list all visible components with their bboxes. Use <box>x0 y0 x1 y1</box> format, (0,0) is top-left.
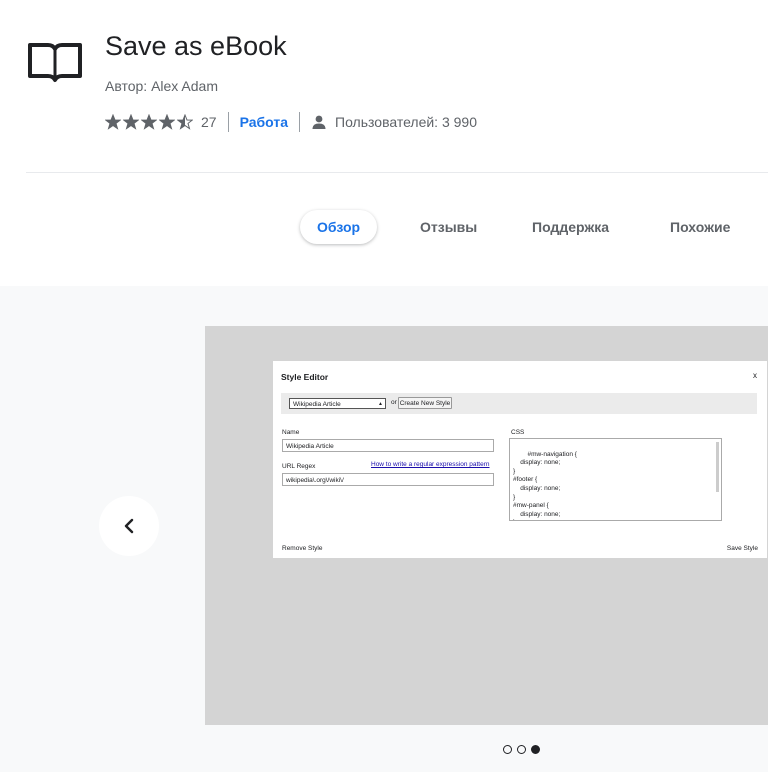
textarea-scrollbar <box>716 442 719 492</box>
name-field: Wikipedia Article <box>282 439 494 452</box>
style-select-value: Wikipedia Article <box>293 401 341 408</box>
style-toolbar: Wikipedia Article ▲︎ or Create New Style <box>281 393 757 414</box>
rating-count[interactable]: 27 <box>201 114 217 130</box>
star-full-icon <box>159 114 175 130</box>
tab-related[interactable]: Похожие <box>670 210 730 244</box>
css-textarea: #mw-navigation { display: none; } #foote… <box>509 438 722 521</box>
or-text: or <box>391 399 397 406</box>
author-link[interactable]: Автор: Alex Adam <box>105 78 218 94</box>
slide-dot-2[interactable] <box>517 745 526 754</box>
create-style-button: Create New Style <box>398 397 452 409</box>
css-code: #mw-navigation { display: none; } #foote… <box>513 450 577 520</box>
save-style-button: Save Style <box>726 545 758 552</box>
header-divider <box>26 172 768 173</box>
url-regex-field: wikipedia\.org\/wiki\/ <box>282 473 494 486</box>
tab-bar: Обзор Отзывы Поддержка Похожие <box>0 210 768 250</box>
star-full-icon <box>123 114 139 130</box>
style-editor-screenshot: Style Editor x Wikipedia Article ▲︎ or C… <box>273 361 767 558</box>
slide-indicators <box>503 745 545 754</box>
slide-dot-3[interactable] <box>531 745 540 754</box>
star-full-icon <box>141 114 157 130</box>
close-icon: x <box>753 371 757 380</box>
url-regex-label: URL Regex <box>282 463 316 470</box>
tab-reviews[interactable]: Отзывы <box>420 210 477 244</box>
slide-dot-1[interactable] <box>503 745 512 754</box>
chevron-left-icon <box>124 518 134 534</box>
meta-separator <box>299 112 301 132</box>
style-editor-title: Style Editor <box>281 372 329 382</box>
style-select: Wikipedia Article ▲︎ <box>289 398 386 409</box>
css-label: CSS <box>511 429 525 436</box>
category-link[interactable]: Работа <box>240 114 288 130</box>
book-icon <box>28 43 82 82</box>
tab-support[interactable]: Поддержка <box>532 210 609 244</box>
users-count: Пользователей: 3 990 <box>335 114 477 130</box>
extension-header: Save as eBook Автор: Alex Adam 27 Работа… <box>0 0 768 172</box>
star-half-icon <box>177 114 193 130</box>
user-icon <box>312 115 326 129</box>
remove-style-button: Remove Style <box>282 545 323 552</box>
screenshot-gallery: Style Editor x Wikipedia Article ▲︎ or C… <box>0 286 768 772</box>
name-label: Name <box>282 429 300 436</box>
select-arrow-icon: ▲︎ <box>378 401 383 407</box>
star-full-icon <box>105 114 121 130</box>
previous-slide-button[interactable] <box>99 496 159 556</box>
extension-title: Save as eBook <box>105 31 287 61</box>
regex-help-link: How to write a regular expression patter… <box>371 461 490 468</box>
extension-meta: 27 Работа Пользователей: 3 990 <box>105 111 477 133</box>
rating-stars[interactable] <box>105 114 195 130</box>
gallery-slide[interactable]: Style Editor x Wikipedia Article ▲︎ or C… <box>205 326 768 725</box>
tab-overview[interactable]: Обзор <box>300 210 378 244</box>
meta-separator <box>227 112 229 132</box>
